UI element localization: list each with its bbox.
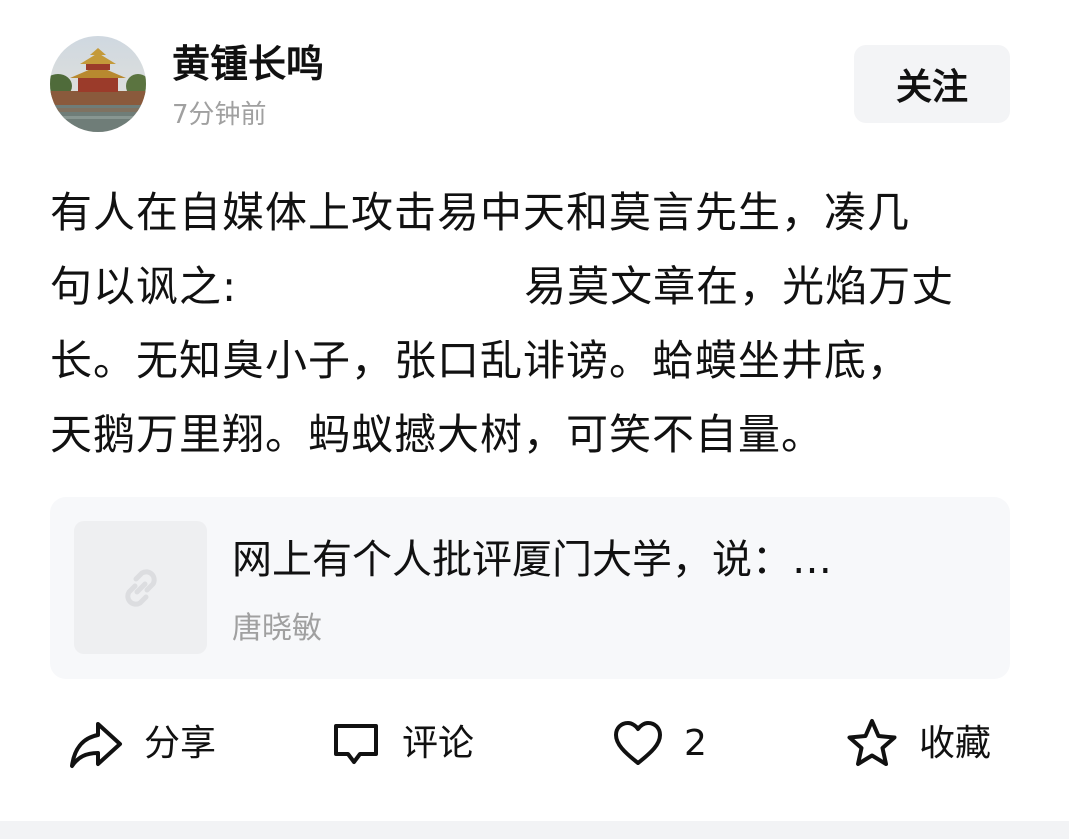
heart-icon [614,721,662,765]
link-icon [124,568,157,607]
post-timestamp: 7分钟前 [172,100,267,130]
linked-article-author: 唐晓敏 [232,611,322,646]
author-avatar[interactable] [50,36,146,132]
favorite-button[interactable]: 收藏 [845,712,991,776]
author-name[interactable]: 黄锺长鸣 [172,40,324,88]
comment-button[interactable]: 评论 [330,712,474,776]
post-text: 有人在自媒体上攻击易中天和莫言先生，凑几 句以讽之: 易莫文章在，光焰万丈 长。… [50,188,955,459]
like-button[interactable]: 2 [612,712,707,776]
linked-article-card[interactable]: 网上有个人批评厦门大学，说：… 唐晓敏 [50,497,1010,679]
share-label: 分享 [144,723,217,764]
star-icon [847,719,897,766]
bottom-divider [0,821,1069,839]
like-count: 2 [684,723,707,764]
comment-icon [334,724,378,764]
linked-article-title: 网上有个人批评厦门大学，说：… [232,537,832,583]
follow-button[interactable]: 关注 [854,45,1010,123]
link-thumbnail [74,521,207,654]
comment-label: 评论 [402,723,475,764]
share-button[interactable]: 分享 [68,712,216,776]
favorite-label: 收藏 [919,723,992,764]
avatar-image [50,36,146,132]
share-icon [70,722,122,768]
post-card: 黄锺长鸣 7分钟前 关注 有人在自媒体上攻击易中天和莫言先生，凑几 句以讽之: … [0,0,1069,821]
